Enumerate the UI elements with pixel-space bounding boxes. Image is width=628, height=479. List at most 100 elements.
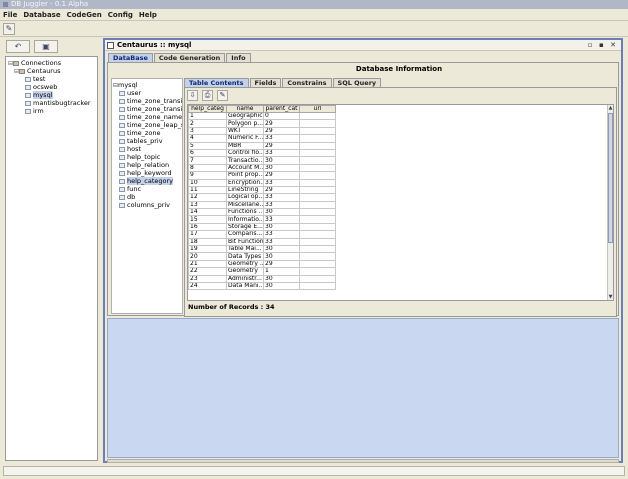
table-cell[interactable]: Transactio... (226, 156, 264, 165)
table-cell[interactable]: 29 (263, 185, 300, 195)
tab-info[interactable]: Info (226, 53, 251, 62)
scroll-down-icon[interactable]: ▼ (608, 294, 613, 300)
table-row[interactable]: 3 WKT 29 (188, 126, 336, 136)
table-cell[interactable]: 17 (188, 230, 227, 239)
menu-codegen[interactable]: CodeGen (64, 9, 105, 21)
tree-node-table[interactable]: tables_priv (113, 137, 181, 145)
menu-file[interactable]: File (0, 9, 20, 21)
horizontal-scrollbar[interactable] (107, 459, 619, 463)
tab-database[interactable]: DataBase (108, 53, 153, 62)
table-cell[interactable] (299, 245, 336, 254)
table-cell[interactable]: Bit Functions (226, 237, 264, 247)
export-icon[interactable]: ⇩ (187, 90, 198, 101)
table-cell[interactable]: 1 (263, 267, 300, 276)
tree-node-database[interactable]: irm (8, 107, 95, 115)
table-cell[interactable] (299, 193, 336, 202)
records-grid[interactable]: help_categ name parent_cat url 1 Geograph… (187, 104, 614, 301)
table-cell[interactable]: 30 (263, 274, 300, 284)
table-cell[interactable]: Geometry (226, 267, 264, 276)
table-row[interactable]: 9 Point prop... 29 (188, 171, 336, 180)
tab-table-contents[interactable]: Table Contents (184, 78, 249, 87)
table-cell[interactable] (299, 215, 336, 224)
table-cell[interactable]: Polygon p... (226, 119, 264, 128)
tree-node-table[interactable]: time_zone_transiti (113, 105, 182, 113)
edit-icon[interactable]: ✎ (217, 90, 228, 101)
table-cell[interactable]: 10 (188, 178, 227, 187)
table-row[interactable]: 13 Miscellane... 33 (188, 200, 336, 210)
table-cell[interactable] (299, 274, 336, 284)
refresh-connections-button[interactable]: ↶ (6, 40, 30, 53)
tree-node-table[interactable]: time_zone_transiti (113, 97, 182, 105)
table-cell[interactable]: 12 (188, 193, 227, 202)
table-cell[interactable] (299, 237, 336, 247)
table-row[interactable]: 11 LineString 29 (188, 185, 336, 195)
table-cell[interactable] (299, 163, 336, 173)
table-cell[interactable]: 30 (263, 208, 300, 217)
print-icon[interactable]: ⎙ (202, 90, 213, 101)
table-row[interactable]: 6 Control flo... 33 (188, 148, 336, 158)
table-cell[interactable] (299, 281, 336, 291)
tree-node-table[interactable]: time_zone (113, 129, 181, 137)
tree-node-server[interactable]: ⊟ Centaurus (8, 67, 95, 75)
tree-node-table[interactable]: func (113, 185, 181, 193)
table-cell[interactable]: 30 (263, 163, 300, 173)
tree-node-table[interactable]: time_zone_name (113, 113, 182, 121)
table-cell[interactable]: 22 (188, 267, 227, 276)
table-cell[interactable]: Geographic (226, 111, 264, 121)
table-row[interactable]: 4 Numeric F... 33 (188, 134, 336, 143)
table-row[interactable]: 10 Encryption... 33 (188, 178, 336, 187)
table-cell[interactable]: Point prop... (226, 171, 264, 180)
table-cell[interactable]: 33 (263, 134, 300, 143)
table-cell[interactable]: 16 (188, 222, 227, 232)
table-cell[interactable]: 30 (263, 252, 300, 261)
new-connection-button[interactable]: ✎ (3, 23, 15, 35)
tree-node-database[interactable]: mantisbugtracker (8, 99, 95, 107)
tree-node-table[interactable]: help_relation (113, 161, 181, 169)
tree-node-table[interactable]: user (113, 89, 181, 97)
table-cell[interactable]: 13 (188, 200, 227, 210)
table-cell[interactable]: 5 (188, 141, 227, 150)
tab-code-generation[interactable]: Code Generation (153, 53, 226, 62)
table-cell[interactable]: Comparis... (226, 230, 264, 239)
table-cell[interactable]: 2 (188, 119, 227, 128)
table-cell[interactable]: Data Mani... (226, 281, 264, 291)
scrollbar-thumb[interactable] (608, 113, 613, 243)
menu-help[interactable]: Help (136, 9, 160, 21)
table-cell[interactable] (299, 134, 336, 143)
table-row[interactable]: 24 Data Mani... 30 (188, 281, 336, 291)
column-header[interactable]: parent_cat (263, 105, 300, 113)
tree-node-database[interactable]: mysql (8, 91, 95, 99)
tree-node-table[interactable]: help_category (113, 177, 181, 185)
table-cell[interactable] (299, 259, 336, 269)
table-cell[interactable]: 29 (263, 119, 300, 128)
table-cell[interactable]: 0 (263, 111, 300, 121)
table-cell[interactable] (299, 156, 336, 165)
table-cell[interactable] (299, 208, 336, 217)
tree-node-connections[interactable]: ⊟ Connections (8, 59, 95, 67)
table-cell[interactable]: 23 (188, 274, 227, 284)
table-cell[interactable]: Geometry ... (226, 259, 264, 269)
table-cell[interactable] (299, 230, 336, 239)
table-row[interactable]: 21 Geometry ... 29 (188, 259, 336, 269)
table-cell[interactable]: Table Mai... (226, 245, 264, 254)
menu-database[interactable]: Database (20, 9, 63, 21)
table-cell[interactable]: 33 (263, 178, 300, 187)
table-cell[interactable]: 3 (188, 126, 227, 136)
tab-sql-query[interactable]: SQL Query (332, 78, 382, 87)
table-cell[interactable]: 4 (188, 134, 227, 143)
table-cell[interactable] (299, 171, 336, 180)
table-cell[interactable] (299, 148, 336, 158)
menu-config[interactable]: Config (105, 9, 136, 21)
table-row[interactable]: 2 Polygon p... 29 (188, 119, 336, 128)
table-cell[interactable]: 29 (263, 141, 300, 150)
table-cell[interactable]: 11 (188, 185, 227, 195)
table-cell[interactable] (299, 126, 336, 136)
column-header[interactable]: url (299, 105, 336, 113)
table-cell[interactable]: 29 (263, 259, 300, 269)
table-cell[interactable]: Functions ... (226, 208, 264, 217)
table-cell[interactable]: 33 (263, 193, 300, 202)
table-cell[interactable]: 33 (263, 237, 300, 247)
tree-node-table[interactable]: columns_priv (113, 201, 181, 209)
table-cell[interactable]: 15 (188, 215, 227, 224)
table-cell[interactable] (299, 267, 336, 276)
